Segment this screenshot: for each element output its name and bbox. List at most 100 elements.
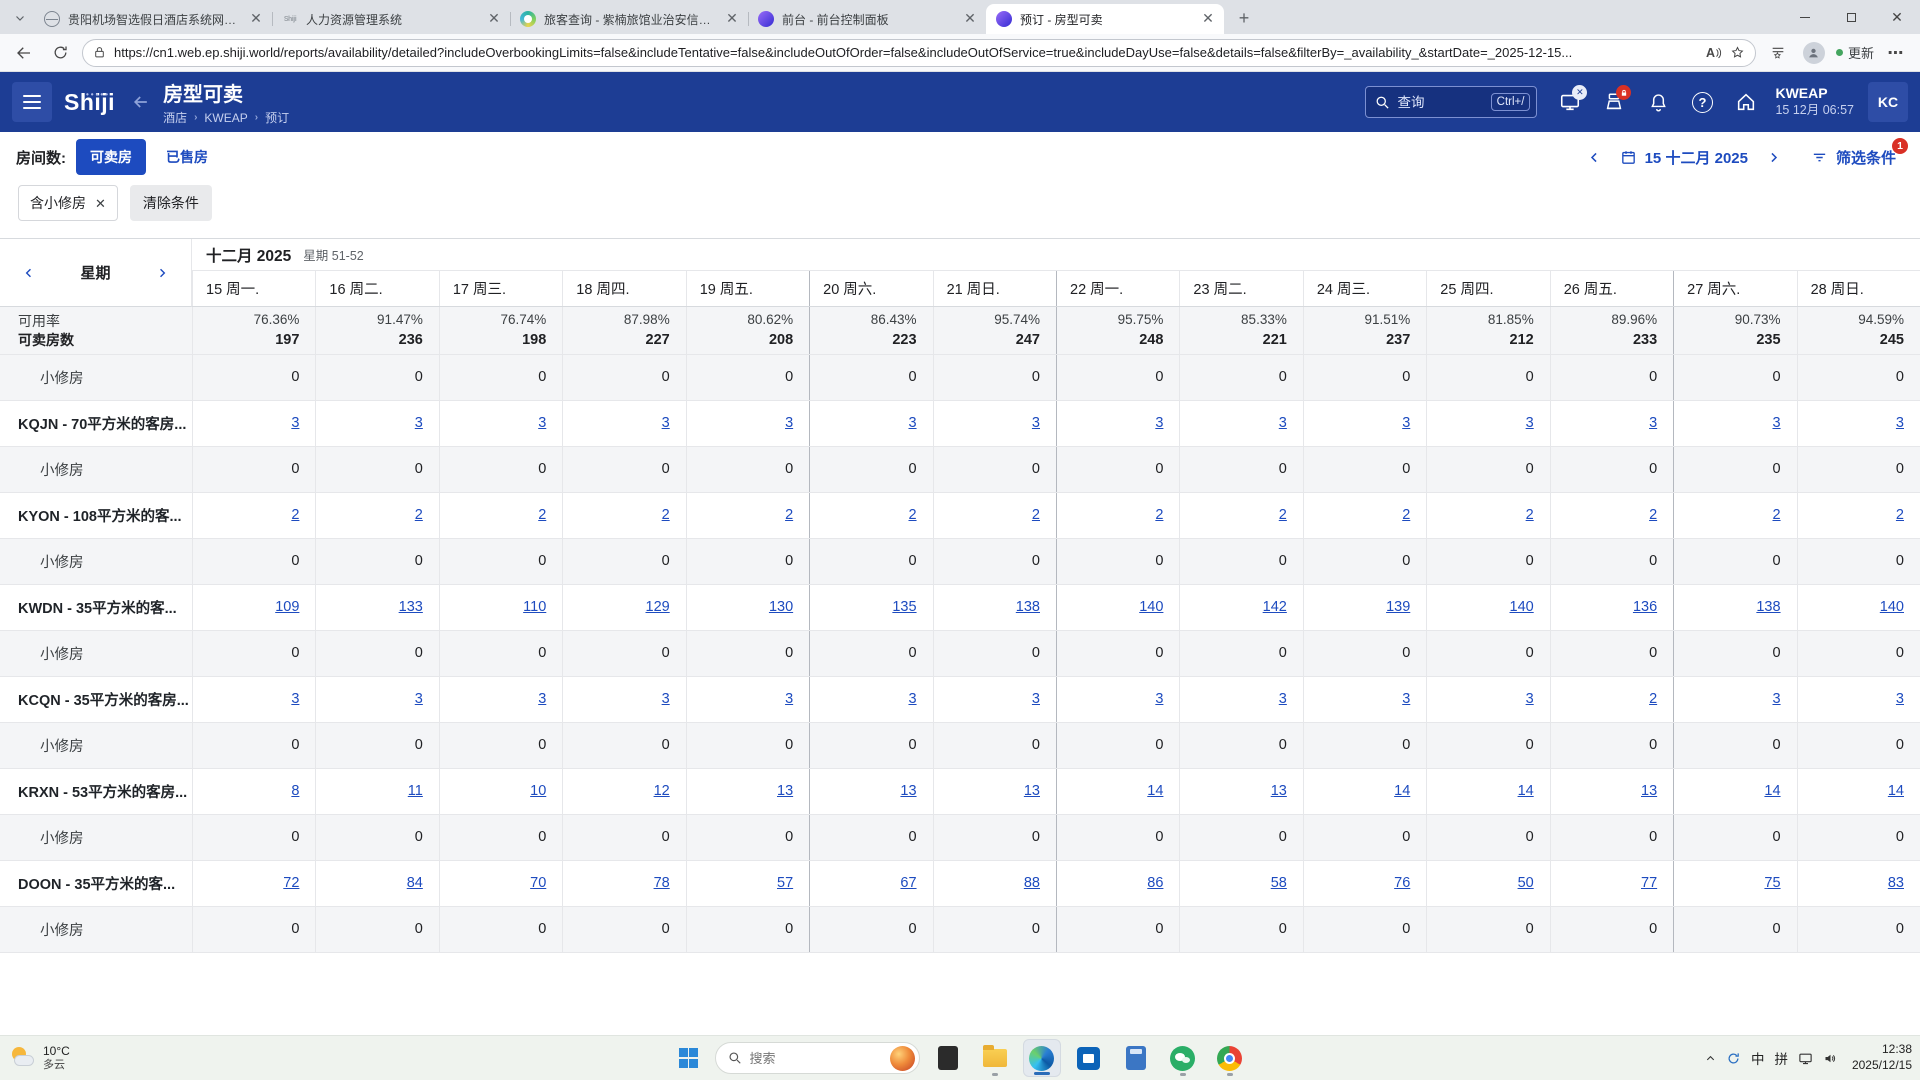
- url-bar[interactable]: A: [82, 39, 1756, 67]
- browser-tab[interactable]: Shiji人力资源管理系统✕: [272, 4, 510, 34]
- read-aloud-icon[interactable]: A: [1706, 46, 1722, 60]
- room-count-link[interactable]: 138: [1756, 597, 1780, 617]
- room-count-link[interactable]: 110: [523, 597, 546, 617]
- room-count-link[interactable]: 140: [1139, 597, 1163, 617]
- next-date-chevron-icon[interactable]: [1762, 146, 1785, 169]
- browser-menu-button[interactable]: ⋯: [1882, 39, 1910, 67]
- browser-tab[interactable]: 贵阳机场智选假日酒店系统网址导✕: [34, 4, 272, 34]
- room-count-link[interactable]: 3: [908, 413, 916, 433]
- room-count-link[interactable]: 13: [1024, 781, 1040, 801]
- room-count-link[interactable]: 14: [1764, 781, 1780, 801]
- url-input[interactable]: [114, 45, 1698, 60]
- room-count-link[interactable]: 3: [415, 689, 423, 709]
- taskbar-search-input[interactable]: [750, 1051, 882, 1066]
- room-count-link[interactable]: 135: [892, 597, 916, 617]
- room-count-link[interactable]: 2: [1772, 505, 1780, 525]
- room-count-link[interactable]: 12: [654, 781, 670, 801]
- room-count-link[interactable]: 2: [1649, 689, 1657, 709]
- start-button[interactable]: [672, 1041, 706, 1075]
- room-count-link[interactable]: 10: [530, 781, 546, 801]
- next-week-chevron-icon[interactable]: [151, 262, 173, 284]
- room-count-link[interactable]: 3: [785, 689, 793, 709]
- room-count-link[interactable]: 3: [1772, 413, 1780, 433]
- filter-chip[interactable]: 含小修房 ✕: [18, 185, 118, 221]
- room-count-link[interactable]: 14: [1147, 781, 1163, 801]
- hidden-icons-chevron-icon[interactable]: [1705, 1053, 1716, 1064]
- room-count-link[interactable]: 3: [291, 413, 299, 433]
- window-maximize-button[interactable]: [1828, 0, 1874, 34]
- available-rooms-button[interactable]: 可卖房: [76, 139, 146, 175]
- room-count-link[interactable]: 70: [530, 873, 546, 893]
- room-count-link[interactable]: 67: [900, 873, 916, 893]
- favorite-star-icon[interactable]: [1730, 45, 1745, 60]
- room-count-link[interactable]: 3: [785, 413, 793, 433]
- room-count-link[interactable]: 13: [1641, 781, 1657, 801]
- tab-search-chevron-icon[interactable]: [6, 4, 34, 32]
- taskbar-clock[interactable]: 12:38 2025/12/15: [1852, 1042, 1912, 1073]
- tab-close-icon[interactable]: ✕: [1200, 11, 1216, 27]
- browser-tab[interactable]: 旅客查询 - 紫楠旅馆业治安信息管✕: [510, 4, 748, 34]
- filter-conditions-button[interactable]: 筛选条件 1: [1811, 147, 1904, 168]
- room-count-link[interactable]: 2: [1649, 505, 1657, 525]
- browser-update-button[interactable]: 更新: [1836, 43, 1874, 62]
- room-count-link[interactable]: 3: [1772, 689, 1780, 709]
- room-count-link[interactable]: 3: [662, 689, 670, 709]
- room-count-link[interactable]: 3: [1032, 689, 1040, 709]
- room-count-link[interactable]: 2: [1279, 505, 1287, 525]
- room-count-link[interactable]: 14: [1394, 781, 1410, 801]
- window-minimize-button[interactable]: [1782, 0, 1828, 34]
- room-count-link[interactable]: 3: [291, 689, 299, 709]
- room-count-link[interactable]: 84: [407, 873, 423, 893]
- back-arrow-icon[interactable]: [131, 92, 151, 112]
- new-tab-button[interactable]: +: [1230, 4, 1258, 32]
- taskbar-search[interactable]: [715, 1042, 920, 1074]
- room-count-link[interactable]: 140: [1880, 597, 1904, 617]
- room-count-link[interactable]: 3: [1526, 413, 1534, 433]
- previous-date-chevron-icon[interactable]: [1583, 146, 1606, 169]
- hamburger-menu-icon[interactable]: [12, 82, 52, 122]
- room-count-link[interactable]: 14: [1518, 781, 1534, 801]
- room-count-link[interactable]: 2: [908, 505, 916, 525]
- room-count-link[interactable]: 2: [291, 505, 299, 525]
- ime-language-indicator[interactable]: 中: [1751, 1048, 1765, 1068]
- room-count-link[interactable]: 2: [662, 505, 670, 525]
- taskbar-app-dark[interactable]: [929, 1039, 967, 1077]
- edge-browser-icon[interactable]: [1023, 1039, 1061, 1077]
- room-count-link[interactable]: 2: [415, 505, 423, 525]
- back-button[interactable]: [10, 39, 38, 67]
- room-count-link[interactable]: 129: [646, 597, 670, 617]
- clear-filters-button[interactable]: 清除条件: [130, 185, 212, 221]
- tab-close-icon[interactable]: ✕: [248, 11, 264, 27]
- room-count-link[interactable]: 75: [1764, 873, 1780, 893]
- refresh-button[interactable]: [46, 39, 74, 67]
- sync-icon[interactable]: [1726, 1051, 1741, 1066]
- room-count-link[interactable]: 13: [1271, 781, 1287, 801]
- room-count-link[interactable]: 133: [399, 597, 423, 617]
- room-count-link[interactable]: 3: [1649, 413, 1657, 433]
- room-count-link[interactable]: 2: [1526, 505, 1534, 525]
- room-count-link[interactable]: 2: [1402, 505, 1410, 525]
- room-count-link[interactable]: 3: [1032, 413, 1040, 433]
- previous-week-chevron-icon[interactable]: [18, 262, 40, 284]
- room-count-link[interactable]: 13: [777, 781, 793, 801]
- room-count-link[interactable]: 3: [415, 413, 423, 433]
- room-count-link[interactable]: 50: [1518, 873, 1534, 893]
- room-count-link[interactable]: 14: [1888, 781, 1904, 801]
- room-count-link[interactable]: 83: [1888, 873, 1904, 893]
- wechat-icon[interactable]: [1164, 1039, 1202, 1077]
- collections-icon[interactable]: [1764, 39, 1792, 67]
- room-count-link[interactable]: 72: [283, 873, 299, 893]
- home-icon[interactable]: [1727, 83, 1765, 121]
- room-count-link[interactable]: 3: [662, 413, 670, 433]
- room-count-link[interactable]: 2: [1032, 505, 1040, 525]
- room-count-link[interactable]: 130: [769, 597, 793, 617]
- room-count-link[interactable]: 2: [785, 505, 793, 525]
- room-count-link[interactable]: 3: [1402, 413, 1410, 433]
- room-count-link[interactable]: 11: [408, 781, 423, 801]
- browser-tab[interactable]: 前台 - 前台控制面板✕: [748, 4, 986, 34]
- room-count-link[interactable]: 58: [1271, 873, 1287, 893]
- room-count-link[interactable]: 3: [1896, 689, 1904, 709]
- room-count-link[interactable]: 77: [1641, 873, 1657, 893]
- sold-rooms-button[interactable]: 已售房: [156, 139, 218, 175]
- browser-tab[interactable]: 预订 - 房型可卖✕: [986, 4, 1224, 34]
